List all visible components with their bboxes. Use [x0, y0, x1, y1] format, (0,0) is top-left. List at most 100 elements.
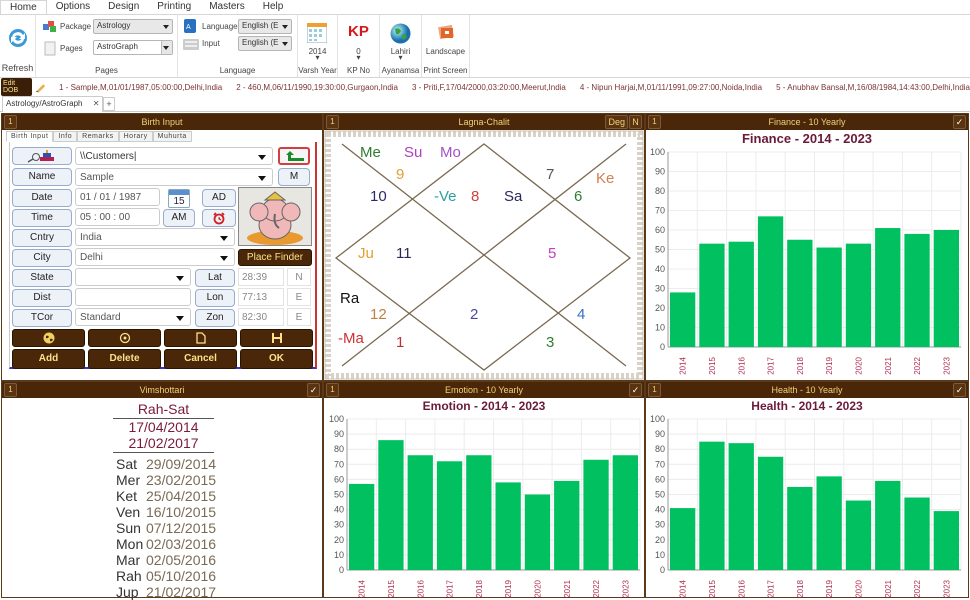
ayanamsa-button[interactable]: Lahiri ▾ Ayanamsa [380, 15, 422, 77]
birth-form: \\Customers| Name Sample M Date 01 / 01 … [9, 142, 317, 369]
upload-button[interactable] [278, 147, 310, 165]
tab-horary[interactable]: Horary [118, 131, 153, 142]
deg-toggle[interactable]: Deg [605, 115, 628, 129]
cancel-button[interactable]: Cancel [164, 349, 237, 369]
panel-number[interactable]: 1 [648, 383, 661, 397]
panel-number[interactable]: 1 [326, 115, 339, 129]
tab-astrograph[interactable]: Astrology/AstroGraph ✕ [2, 96, 104, 112]
target-icon [119, 332, 130, 344]
lat-button[interactable]: Lat [195, 269, 235, 287]
time-field[interactable]: 05 : 00 : 00 [75, 208, 160, 226]
pages-select[interactable]: AstroGraph [93, 40, 173, 55]
state-select[interactable] [75, 268, 191, 286]
check-icon[interactable]: ✓ [953, 383, 966, 397]
panel-number[interactable]: 1 [4, 383, 17, 397]
calendar-button[interactable]: 15 [168, 189, 190, 208]
ad-button[interactable]: AD [202, 189, 236, 207]
name-select[interactable]: Sample [75, 168, 273, 186]
check-icon[interactable]: ✓ [629, 383, 642, 397]
gender-m-button[interactable]: M [278, 168, 310, 186]
house-number: 6 [574, 188, 583, 205]
bar [495, 482, 521, 570]
search-customer-button[interactable] [12, 147, 72, 165]
dob-item[interactable]: 1 - Sample,M,01/01/1987,05:00:00,Delhi,I… [59, 83, 222, 92]
panel-header: 1 Health - 10 Yearly ✓ [646, 382, 968, 398]
save-button[interactable] [240, 329, 313, 347]
folder-select[interactable]: \\Customers| [75, 147, 273, 165]
print-screen-button[interactable]: Landscape Print Screen [422, 15, 470, 77]
new-document-button[interactable] [164, 329, 237, 347]
city-select[interactable]: Delhi [75, 248, 235, 266]
package-select[interactable]: Astrology [93, 19, 173, 34]
planet-label: Su [404, 144, 423, 161]
time-correction-select[interactable]: Standard [75, 308, 191, 326]
menu-options[interactable]: Options [47, 0, 99, 15]
panel-number[interactable]: 1 [326, 383, 339, 397]
delete-button[interactable]: Delete [88, 349, 161, 369]
globe-button[interactable] [12, 329, 85, 347]
menu-design[interactable]: Design [99, 0, 148, 15]
district-field[interactable] [75, 288, 191, 306]
bar [524, 494, 551, 570]
x-tick-label: 2023 [942, 356, 951, 374]
x-tick-label: 2023 [621, 579, 630, 597]
close-tab-icon[interactable]: ✕ [93, 99, 100, 108]
dob-item[interactable]: 2 - 460,M,06/11/1990,19:30:00,Gurgaon,In… [236, 83, 398, 92]
lon-button[interactable]: Lon [195, 289, 235, 307]
bar [436, 461, 463, 570]
dob-item[interactable]: 5 - Anubhav Bansal,M,16/08/1984,14:43:00… [776, 83, 970, 92]
zone-button[interactable]: Zon [195, 309, 235, 327]
district-label-button[interactable]: Dist [12, 289, 72, 307]
antardasha-date: 07/12/2015 [146, 520, 217, 536]
panel-number[interactable]: 1 [648, 115, 661, 129]
menu-home[interactable]: Home [0, 0, 47, 15]
x-tick-label: 2021 [884, 579, 893, 597]
check-icon[interactable]: ✓ [953, 115, 966, 129]
menu-masters[interactable]: Masters [200, 0, 254, 15]
planet-label: Mo [440, 144, 461, 161]
ok-button[interactable]: OK [240, 349, 313, 369]
add-tab-button[interactable]: + [103, 97, 115, 111]
save-icon [271, 333, 282, 343]
current-time-button[interactable] [202, 209, 236, 227]
date-field[interactable]: 01 / 01 / 1987 [75, 188, 160, 206]
package-icon [43, 21, 56, 32]
x-tick-label: 2016 [737, 356, 746, 374]
dob-item[interactable]: 4 - Nipun Harjai,M,01/11/1991,09:27:00,N… [580, 83, 762, 92]
varsh-year-button[interactable]: 2014 ▾ Varsh Year [298, 15, 338, 77]
pencil-icon[interactable] [35, 81, 46, 93]
bar [904, 497, 930, 570]
city-label-button[interactable]: City [12, 249, 72, 267]
tab-muhurta[interactable]: Muhurta [152, 131, 192, 142]
refresh-button[interactable]: Refresh [0, 15, 36, 77]
menu-help[interactable]: Help [254, 0, 293, 15]
am-pm-button[interactable]: AM [163, 209, 195, 227]
language-select[interactable]: English (E [238, 19, 292, 34]
kp-no-button[interactable]: KP 0 ▾ KP No [338, 15, 380, 77]
date-label-button[interactable]: Date [12, 189, 72, 207]
dasha-period: Rah-Sat [113, 401, 214, 419]
input-select[interactable]: English (E [238, 36, 292, 51]
state-label-button[interactable]: State [12, 269, 72, 287]
country-label-button[interactable]: Cntry [12, 229, 72, 247]
tab-remarks[interactable]: Remarks [77, 131, 119, 142]
country-select[interactable]: India [75, 228, 235, 246]
dob-item[interactable]: 3 - Priti,F,17/04/2000,03:20:00,Meerut,I… [412, 83, 566, 92]
panel-number[interactable]: 1 [4, 115, 17, 129]
x-tick-label: 2014 [679, 579, 688, 597]
time-label-button[interactable]: Time [12, 209, 72, 227]
add-button[interactable]: Add [12, 349, 85, 369]
check-icon[interactable]: ✓ [307, 383, 320, 397]
name-label-button[interactable]: Name [12, 168, 72, 186]
tab-birth-input[interactable]: Birth Input [6, 131, 54, 142]
edit-dob-button[interactable]: Edit DOB [1, 78, 32, 96]
finance-bar-chart: 0 10 20 30 40 50 60 70 80 90 100 2014 2015 2016 2017 20… [650, 147, 962, 375]
target-button[interactable] [88, 329, 161, 347]
menu-printing[interactable]: Printing [148, 0, 200, 15]
bar [466, 455, 492, 570]
place-finder-button[interactable]: Place Finder [238, 249, 312, 266]
tab-info[interactable]: Info [53, 131, 78, 142]
tcor-label-button[interactable]: TCor [12, 309, 72, 327]
antardasha-row: Ven 16/10/2015 [116, 504, 226, 520]
north-style-toggle[interactable]: N [629, 115, 642, 129]
